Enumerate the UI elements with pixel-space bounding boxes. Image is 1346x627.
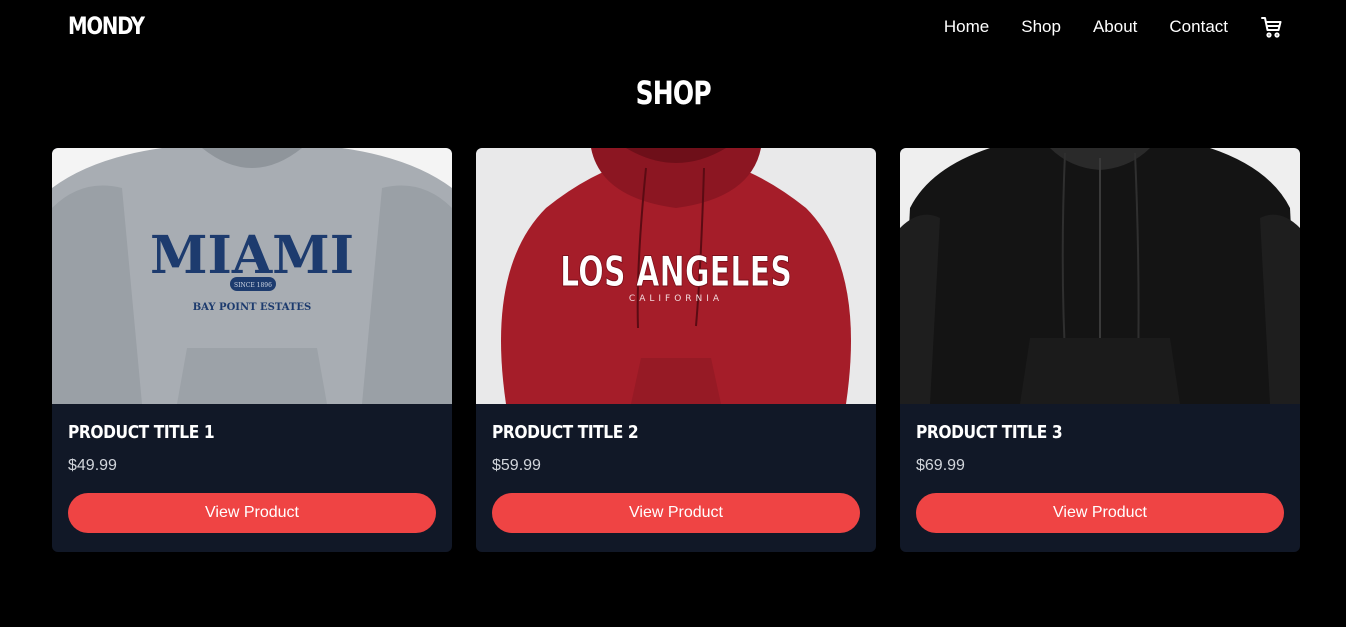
product-image-grey-hoodie[interactable]: MIAMI SINCE 1896 BAY POINT ESTATES <box>52 148 452 404</box>
product-card-body: PRODUCT TITLE 2 $59.99 View Product <box>476 404 876 551</box>
nav-link-about[interactable]: About <box>1093 17 1137 37</box>
product-title: PRODUCT TITLE 2 <box>492 422 639 443</box>
view-product-button[interactable]: View Product <box>68 493 436 533</box>
product-price: $69.99 <box>916 457 965 474</box>
product-image-red-hoodie[interactable]: LOS ANGELES CALIFORNIA <box>476 148 876 404</box>
svg-text:BAY POINT ESTATES: BAY POINT ESTATES <box>193 302 312 313</box>
top-nav: MONDY Home Shop About Contact <box>0 0 1346 56</box>
product-price: $49.99 <box>68 457 117 474</box>
shopping-cart-icon[interactable] <box>1260 15 1284 39</box>
product-card: MIAMI SINCE 1896 BAY POINT ESTATES PRODU… <box>52 148 452 552</box>
svg-text:SINCE 1896: SINCE 1896 <box>234 282 272 289</box>
hoodie-print-text: MIAMI <box>150 225 354 286</box>
product-card-body: PRODUCT TITLE 3 $69.99 View Product <box>900 404 1300 551</box>
product-card: PRODUCT TITLE 3 $69.99 View Product <box>900 148 1300 552</box>
product-card: LOS ANGELES CALIFORNIA PRODUCT TITLE 2 $… <box>476 148 876 552</box>
product-grid: MIAMI SINCE 1896 BAY POINT ESTATES PRODU… <box>52 148 1300 552</box>
product-title: PRODUCT TITLE 1 <box>68 422 215 443</box>
product-image-black-hoodie[interactable] <box>900 148 1300 404</box>
hoodie-print-text: LOS ANGELES <box>560 247 792 296</box>
product-title: PRODUCT TITLE 3 <box>916 422 1063 443</box>
view-product-button[interactable]: View Product <box>916 493 1284 533</box>
svg-text:CALIFORNIA: CALIFORNIA <box>629 294 723 304</box>
page-title: SHOP <box>635 74 711 112</box>
brand-logo[interactable]: MONDY <box>68 12 145 40</box>
nav-link-contact[interactable]: Contact <box>1169 17 1228 37</box>
view-product-button[interactable]: View Product <box>492 493 860 533</box>
nav-link-home[interactable]: Home <box>944 17 989 37</box>
nav-link-shop[interactable]: Shop <box>1021 17 1061 37</box>
nav-links: Home Shop About Contact <box>944 17 1228 37</box>
product-card-body: PRODUCT TITLE 1 $49.99 View Product <box>52 404 452 551</box>
product-price: $59.99 <box>492 457 541 474</box>
